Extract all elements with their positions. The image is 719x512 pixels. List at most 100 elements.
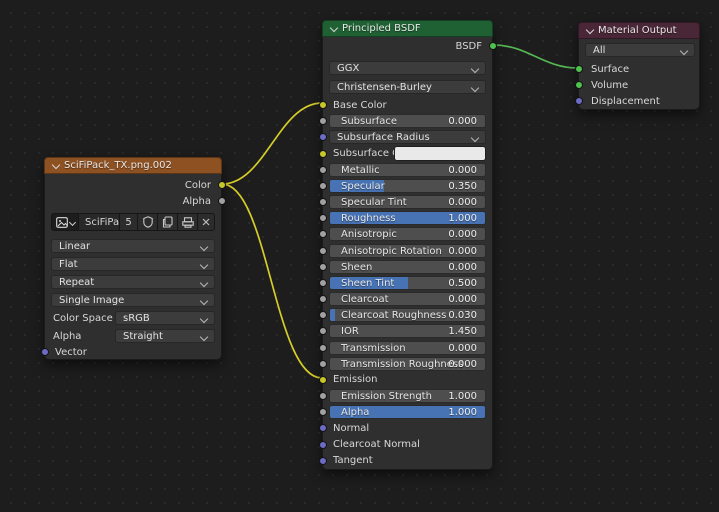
subsurface-radius-select[interactable]: Subsurface Radius <box>329 130 486 144</box>
gray-input-socket[interactable] <box>319 117 327 125</box>
bsdf-row-anisotropic: Anisotropic0.000 <box>323 226 492 242</box>
gray-input-socket[interactable] <box>319 360 327 368</box>
gray-input-socket[interactable] <box>319 344 327 352</box>
interpolation-select[interactable]: Linear <box>51 239 215 253</box>
gray-input-socket[interactable] <box>319 230 327 238</box>
value-slider[interactable]: Sheen0.000 <box>329 260 486 274</box>
collapse-chevron-icon[interactable] <box>586 25 594 33</box>
value-slider[interactable]: Specular0.350 <box>329 179 486 193</box>
value-slider[interactable]: Anisotropic0.000 <box>329 227 486 241</box>
vector-input-socket[interactable] <box>319 457 327 465</box>
gray-input-socket[interactable] <box>319 392 327 400</box>
material-output-header[interactable]: Material Output <box>578 22 700 39</box>
property-value: 0.000 <box>448 262 477 273</box>
vector-input-socket[interactable] <box>319 133 327 141</box>
property-value: 1.000 <box>448 407 477 418</box>
alpha-mode-select[interactable]: Straight <box>115 329 215 343</box>
value-slider[interactable]: Transmission Roughness0.000 <box>329 357 486 371</box>
node-image-texture[interactable]: SciFiPack_TX.png.002 Color Alpha SciFiPa… <box>44 157 222 360</box>
bsdf-output-socket[interactable] <box>489 42 497 50</box>
pack-image-button[interactable] <box>178 214 197 230</box>
value-slider[interactable]: Subsurface0.000 <box>329 114 486 128</box>
value-slider[interactable]: Clearcoat0.000 <box>329 292 486 306</box>
color-output-socket[interactable] <box>218 181 226 189</box>
gray-input-socket[interactable] <box>319 279 327 287</box>
property-label: Emission <box>333 374 378 385</box>
node-principled-bsdf[interactable]: Principled BSDF BSDF GGX Christensen-Bur… <box>322 20 493 470</box>
node-material-output[interactable]: Material Output All Surface Volume Displ… <box>578 22 700 110</box>
surface-input-socket[interactable] <box>575 65 583 73</box>
gray-input-socket[interactable] <box>319 182 327 190</box>
bsdf-row-subsurface-color: Subsurface Color <box>323 146 492 162</box>
property-label: Clearcoat <box>341 294 389 305</box>
users-count-button[interactable]: 5 <box>120 214 137 230</box>
property-label: Subsurface <box>341 116 397 127</box>
yellow-input-socket[interactable] <box>319 376 327 384</box>
gray-input-socket[interactable] <box>319 408 327 416</box>
value-slider[interactable]: Emission Strength 1.000 <box>329 389 486 403</box>
gray-input-socket[interactable] <box>319 247 327 255</box>
chevron-down-icon <box>200 243 208 251</box>
displacement-input-socket[interactable] <box>575 97 583 105</box>
value-slider[interactable]: IOR1.450 <box>329 324 486 338</box>
gray-input-socket[interactable] <box>319 198 327 206</box>
gray-input-socket[interactable] <box>319 311 327 319</box>
distribution-select[interactable]: GGX <box>329 61 486 75</box>
yellow-input-socket[interactable] <box>319 150 327 158</box>
node-editor-canvas[interactable]: SciFiPack_TX.png.002 Color Alpha SciFiPa… <box>0 0 719 512</box>
new-image-button[interactable] <box>158 214 177 230</box>
browse-image-button[interactable] <box>52 214 78 230</box>
volume-input-socket[interactable] <box>575 81 583 89</box>
chevron-down-icon <box>471 134 479 142</box>
source-select[interactable]: Single Image <box>51 293 215 307</box>
bsdf-row-base-color: Base Color <box>323 97 492 113</box>
color-swatch[interactable] <box>394 146 486 161</box>
input-label: Surface <box>591 64 629 75</box>
vector-input-socket[interactable] <box>41 348 49 356</box>
property-label: Metallic <box>341 165 380 176</box>
value-slider[interactable]: Specular Tint0.000 <box>329 195 486 209</box>
image-name-field[interactable]: SciFiPack_T... <box>79 214 119 230</box>
value-slider[interactable]: Clearcoat Roughness0.030 <box>329 308 486 322</box>
color-space-label: Color Space <box>53 313 113 324</box>
property-label: Transmission <box>341 343 406 354</box>
close-x-icon <box>202 218 210 226</box>
collapse-chevron-icon[interactable] <box>330 23 338 31</box>
value-slider[interactable]: Transmission0.000 <box>329 341 486 355</box>
input-label: Vector <box>55 347 87 358</box>
wire-color-to-emission <box>222 184 322 378</box>
fake-user-shield-button[interactable] <box>138 214 157 230</box>
yellow-input-socket[interactable] <box>319 101 327 109</box>
vector-input-socket[interactable] <box>319 424 327 432</box>
value-slider[interactable]: Metallic 0.000 <box>329 163 486 177</box>
value-slider[interactable]: Alpha1.000 <box>329 405 486 419</box>
projection-select[interactable]: Flat <box>51 257 215 271</box>
alpha-output-socket[interactable] <box>218 197 226 205</box>
property-label: Anisotropic Rotation <box>341 246 442 257</box>
property-label: Emission Strength <box>341 391 432 402</box>
subsurface-method-select[interactable]: Christensen-Burley <box>329 80 486 94</box>
value-slider[interactable]: Roughness1.000 <box>329 211 486 225</box>
unlink-image-button[interactable] <box>198 214 214 230</box>
gray-input-socket[interactable] <box>319 214 327 222</box>
gray-input-socket[interactable] <box>319 327 327 335</box>
gray-input-socket[interactable] <box>319 263 327 271</box>
chevron-down-icon <box>471 84 479 92</box>
property-value: 0.000 <box>448 229 477 240</box>
vector-input-socket[interactable] <box>319 441 327 449</box>
collapse-chevron-icon[interactable] <box>52 160 60 168</box>
gray-input-socket[interactable] <box>319 166 327 174</box>
target-select[interactable]: All <box>585 43 695 57</box>
gray-input-socket[interactable] <box>319 295 327 303</box>
output-row-alpha: Alpha <box>45 194 221 208</box>
color-space-select[interactable]: sRGB <box>115 311 215 325</box>
chevron-down-icon <box>200 261 208 269</box>
property-value: 1.000 <box>448 391 477 402</box>
value-slider[interactable]: Anisotropic Rotation0.000 <box>329 244 486 258</box>
image-texture-header[interactable]: SciFiPack_TX.png.002 <box>44 157 222 174</box>
input-row-volume: Volume <box>579 78 699 92</box>
value-slider[interactable]: Sheen Tint0.500 <box>329 276 486 290</box>
extension-select[interactable]: Repeat <box>51 275 215 289</box>
property-value: 0.000 <box>448 165 477 176</box>
principled-bsdf-header[interactable]: Principled BSDF <box>322 20 493 37</box>
